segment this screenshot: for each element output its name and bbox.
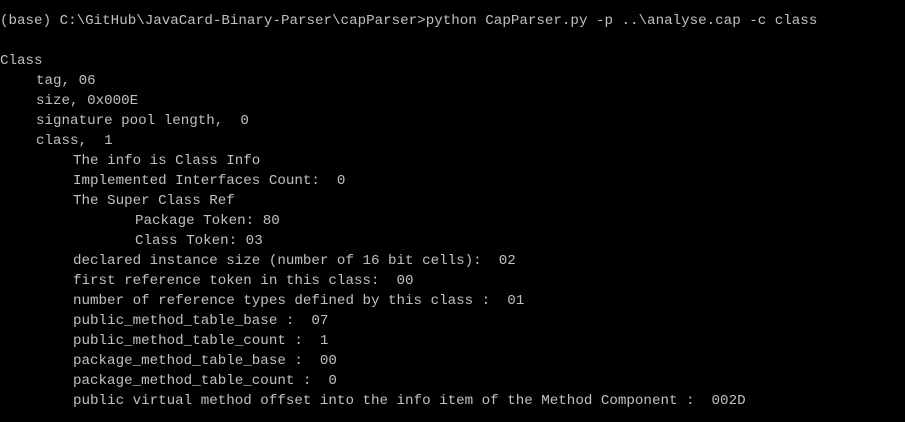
output-line: Class Token: 03 xyxy=(135,233,263,249)
command-prompt-line: (base) C:\GitHub\JavaCard-Binary-Parser\… xyxy=(0,13,818,29)
output-line: number of reference types defined by thi… xyxy=(73,293,525,309)
output-line: declared instance size (number of 16 bit… xyxy=(73,253,516,269)
output-line: class, 1 xyxy=(36,133,113,149)
output-line: package_method_table_count : 0 xyxy=(73,373,337,389)
output-line: Package Token: 80 xyxy=(135,213,280,229)
output-line: public_method_table_base : 07 xyxy=(73,313,329,329)
output-line: public virtual method offset into the in… xyxy=(73,393,746,409)
output-line: tag, 06 xyxy=(36,73,96,89)
output-line: signature pool length, 0 xyxy=(36,113,249,129)
output-line: size, 0x000E xyxy=(36,93,139,109)
output-line: The Super Class Ref xyxy=(73,193,235,209)
output-line: Class xyxy=(0,53,43,69)
output-line: package_method_table_base : 00 xyxy=(73,353,337,369)
output-line: Implemented Interfaces Count: 0 xyxy=(73,173,346,189)
output-line: public_method_table_count : 1 xyxy=(73,333,329,349)
command-output: Class tag, 06 size, 0x000E signature poo… xyxy=(0,51,905,411)
output-line: The info is Class Info xyxy=(73,153,261,169)
output-line: first reference token in this class: 00 xyxy=(73,273,414,289)
terminal-window[interactable]: (base) C:\GitHub\JavaCard-Binary-Parser\… xyxy=(0,0,905,422)
